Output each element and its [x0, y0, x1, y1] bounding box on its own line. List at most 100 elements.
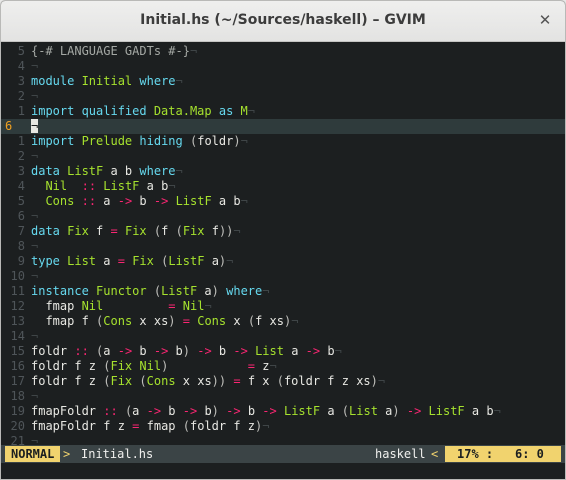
code-token: foldr f z: [31, 359, 104, 373]
code-line[interactable]: 13 fmap f (Cons x xs) = Cons x (f xs)¬: [1, 314, 565, 329]
code-token: ): [182, 344, 191, 358]
code-line[interactable]: 16 foldr f z (Fix Nil) = z¬: [1, 359, 565, 374]
code-token: Fix: [132, 254, 154, 268]
eol-marker: ¬: [168, 179, 176, 193]
code-line[interactable]: 17 foldr f z (Fix (Cons x xs)) = f x (fol…: [1, 374, 565, 389]
code-token: Prelude: [81, 134, 133, 148]
code-line[interactable]: 20 fmapFoldr f z = fmap (foldr f z)¬: [1, 419, 565, 434]
code-token: fmapFoldr f z: [31, 419, 133, 433]
line-number: 12: [10, 299, 25, 313]
code-token: x xs: [132, 314, 169, 328]
command-line[interactable]: [1, 463, 565, 479]
code-line[interactable]: 6 ¬: [1, 209, 565, 224]
code-token: z: [255, 359, 270, 373]
code-token: b: [132, 344, 154, 358]
code-token: List: [255, 344, 284, 358]
line-number: 14: [10, 329, 25, 343]
code-token: (: [247, 314, 256, 328]
statusline-separator-right: >: [63, 447, 71, 461]
code-line[interactable]: 1 import Prelude hiding (foldr)¬: [1, 134, 565, 149]
code-token: Fix: [110, 374, 133, 388]
line-number: 1: [17, 134, 25, 148]
cursor-position: 17% : 6: 0: [445, 446, 561, 462]
code-line[interactable]: 2 ¬: [1, 149, 565, 164]
line-number: 6: [5, 119, 13, 133]
code-token: module: [31, 74, 82, 88]
eol-marker: ¬: [262, 284, 270, 298]
code-token: b: [161, 404, 183, 418]
code-line[interactable]: 3 data ListF a b where¬: [1, 164, 565, 179]
text-cursor: ¬: [31, 119, 39, 133]
line-number: 19: [10, 404, 25, 418]
code-line[interactable]: 3 module Initial where¬: [1, 74, 565, 89]
code-token: import: [31, 134, 82, 148]
line-number: 5: [17, 194, 25, 208]
code-line[interactable]: 12 fmap Nil = Nil¬: [1, 299, 565, 314]
code-token: a: [197, 284, 212, 298]
current-line[interactable]: 6 ¬: [1, 119, 565, 134]
code-line[interactable]: 4 Nil :: ListF a b¬: [1, 179, 565, 194]
code-line[interactable]: 5 Cons :: a -> b -> ListF a b¬: [1, 194, 565, 209]
code-line[interactable]: 19 fmapFoldr :: (a -> b -> b) -> b -> Lis…: [1, 404, 565, 419]
code-token: List: [67, 254, 97, 268]
code-token: x xs: [175, 374, 212, 388]
code-token: (: [341, 404, 350, 418]
line-number: 2: [17, 149, 25, 163]
title-bar[interactable]: Initial.hs (~/Sources/haskell) – GVIM ✕: [1, 1, 565, 42]
code-line[interactable]: 11 instance Functor (ListF a) where¬: [1, 284, 565, 299]
code-line[interactable]: 8 ¬: [1, 239, 565, 254]
line-number: 4: [17, 179, 25, 193]
editor-buffer[interactable]: 5 {-# LANGUAGE GADTs #-}¬ 4 ¬ 3 module Initia…: [1, 42, 565, 448]
eol-marker: ¬: [493, 404, 501, 418]
code-line[interactable]: 7 data Fix f = Fix (f (Fix f))¬: [1, 224, 565, 239]
code-line[interactable]: 18 ¬: [1, 389, 565, 404]
code-token: ->: [262, 404, 277, 418]
eol-marker: ¬: [189, 44, 198, 58]
code-token: where: [139, 164, 176, 178]
code-line[interactable]: 4 ¬: [1, 59, 565, 74]
code-token: foldr f z xs: [283, 374, 371, 388]
eol-marker: ¬: [334, 344, 342, 358]
line-number: 7: [17, 224, 25, 238]
code-token: fmap: [139, 419, 183, 433]
line-number: 3: [17, 74, 25, 88]
code-token: Fix: [182, 224, 205, 238]
eol-marker: ¬: [175, 164, 183, 178]
eol-marker: ¬: [269, 359, 277, 373]
close-icon[interactable]: ✕: [535, 10, 555, 30]
code-token: where: [226, 284, 263, 298]
code-line[interactable]: 1 import qualified Data.Map as M¬: [1, 104, 565, 119]
eol-marker: ¬: [291, 314, 299, 328]
code-token: a: [320, 404, 342, 418]
code-line[interactable]: 2 ¬: [1, 89, 565, 104]
code-line[interactable]: 15 foldr :: (a -> b -> b) -> b -> List a …: [1, 344, 565, 359]
code-token: =: [182, 314, 190, 328]
code-line[interactable]: 14 ¬: [1, 329, 565, 344]
code-token: ): [211, 404, 219, 418]
code-token: b: [168, 344, 183, 358]
code-token: Functor: [96, 284, 147, 298]
code-token: a: [132, 404, 147, 418]
code-token: Cons: [45, 194, 75, 208]
code-token: (: [139, 374, 147, 388]
code-token: a b: [464, 404, 494, 418]
code-token: a: [96, 254, 118, 268]
code-line[interactable]: 10 ¬: [1, 269, 565, 284]
code-token: {-# LANGUAGE GADTs #-}: [31, 44, 190, 58]
line-column: 6: 0: [515, 447, 544, 461]
line-number: 10: [10, 269, 25, 283]
code-line[interactable]: 5 {-# LANGUAGE GADTs #-}¬: [1, 44, 565, 59]
scroll-percent: 17% :: [457, 447, 494, 461]
code-token: ::: [81, 194, 97, 208]
statusline-filename: Initial.hs: [81, 447, 154, 461]
code-line[interactable]: 9 type List a = Fix (ListF a)¬: [1, 254, 565, 269]
code-token: (: [153, 284, 162, 298]
eol-marker: ¬: [31, 269, 39, 283]
